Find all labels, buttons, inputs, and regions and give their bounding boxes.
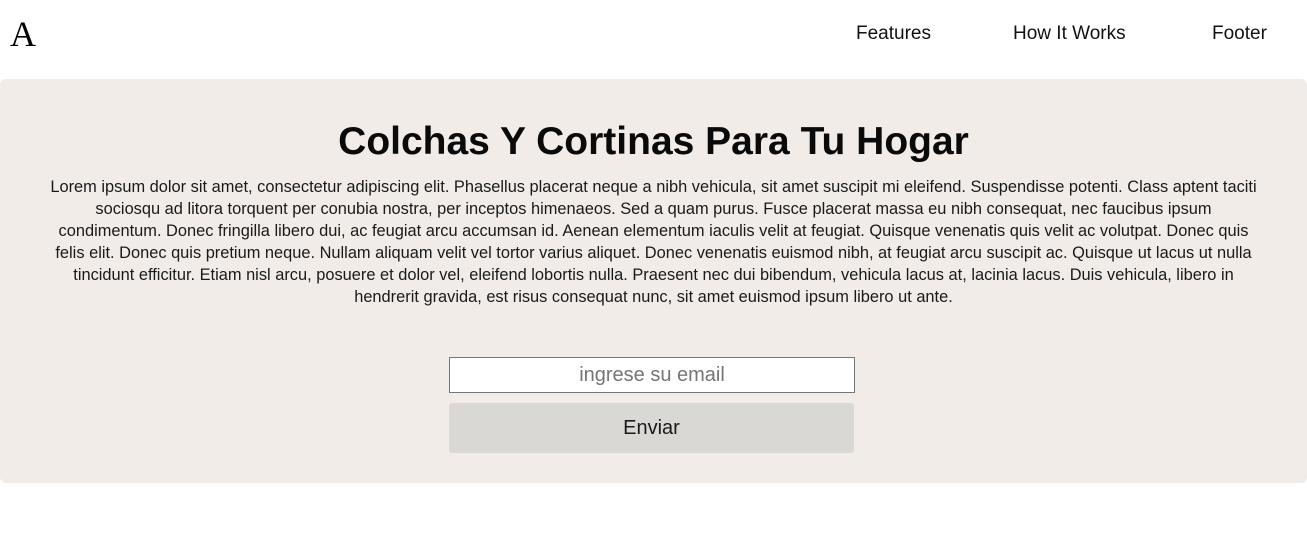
email-input[interactable] xyxy=(449,357,855,393)
hero-title: Colchas Y Cortinas Para Tu Hogar xyxy=(338,120,969,163)
site-header: A Features How It Works Footer xyxy=(0,0,1307,70)
hero-description: Lorem ipsum dolor sit amet, consectetur … xyxy=(50,178,1257,306)
nav-link-features[interactable]: Features xyxy=(856,23,931,45)
nav-link-how-it-works[interactable]: How It Works xyxy=(1013,23,1126,45)
hero-section: Colchas Y Cortinas Para Tu Hogar Lorem i… xyxy=(0,79,1307,483)
submit-button[interactable]: Enviar xyxy=(449,403,854,453)
nav-link-footer[interactable]: Footer xyxy=(1212,23,1267,45)
logo[interactable]: A xyxy=(10,14,36,54)
